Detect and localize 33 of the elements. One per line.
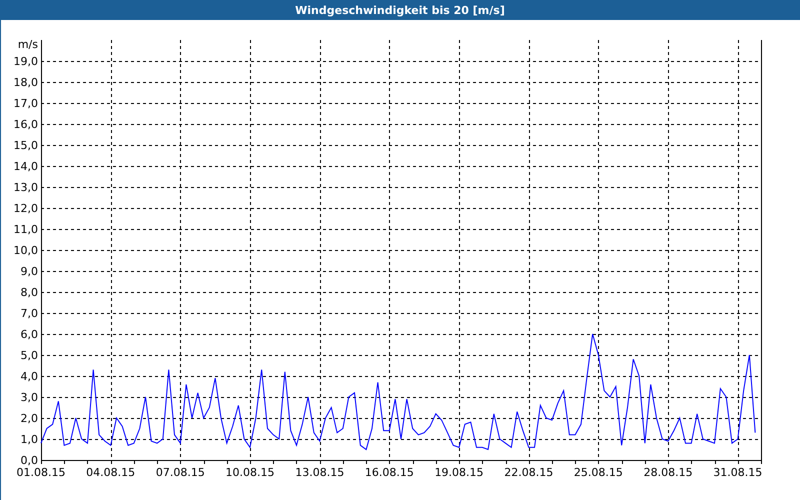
x-tick-label: 04.08.15 [86, 466, 136, 479]
window-title: Windgeschwindigkeit bis 20 [m/s] [295, 4, 505, 16]
y-tick-label: 8,0 [20, 286, 38, 299]
y-tick-label: 7,0 [20, 307, 38, 320]
x-tick-label: 01.08.15 [16, 466, 66, 479]
y-tick-label: 1,0 [20, 433, 38, 446]
y-tick-label: 9,0 [20, 265, 38, 278]
y-tick-label: 18,0 [14, 76, 38, 89]
x-tick-label: 28.08.15 [644, 466, 693, 479]
y-tick-label: 13,0 [14, 181, 38, 194]
y-tick-label: 12,0 [14, 202, 38, 215]
y-tick-label: 5,0 [20, 349, 38, 362]
x-tick-label: 13.08.15 [295, 466, 344, 479]
y-tick-label: 19,0 [14, 55, 38, 68]
x-tick-label: 25.08.15 [574, 466, 623, 479]
y-tick-label: 14,0 [14, 160, 38, 173]
x-tick-label: 07.08.15 [156, 466, 205, 479]
y-tick-label: 10,0 [14, 244, 38, 257]
y-tick-label: 16,0 [14, 118, 38, 131]
y-tick-label: 2,0 [20, 412, 38, 425]
y-tick-label: 6,0 [20, 328, 38, 341]
y-axis-unit: m/s [18, 38, 38, 51]
y-tick-label: 17,0 [14, 97, 38, 110]
x-tick-label: 16.08.15 [364, 466, 414, 479]
x-tick-label: 22.08.15 [504, 466, 554, 479]
y-tick-label: 0,0 [20, 454, 38, 467]
x-tick-label: 19.08.15 [434, 466, 484, 479]
y-tick-label: 15,0 [14, 139, 38, 152]
x-tick-label: 10.08.15 [226, 466, 275, 479]
y-tick-label: 3,0 [20, 391, 38, 404]
x-tick-label: 31.08.15 [713, 466, 762, 479]
y-tick-label: 4,0 [20, 370, 38, 383]
y-tick-label: 11,0 [14, 223, 38, 236]
